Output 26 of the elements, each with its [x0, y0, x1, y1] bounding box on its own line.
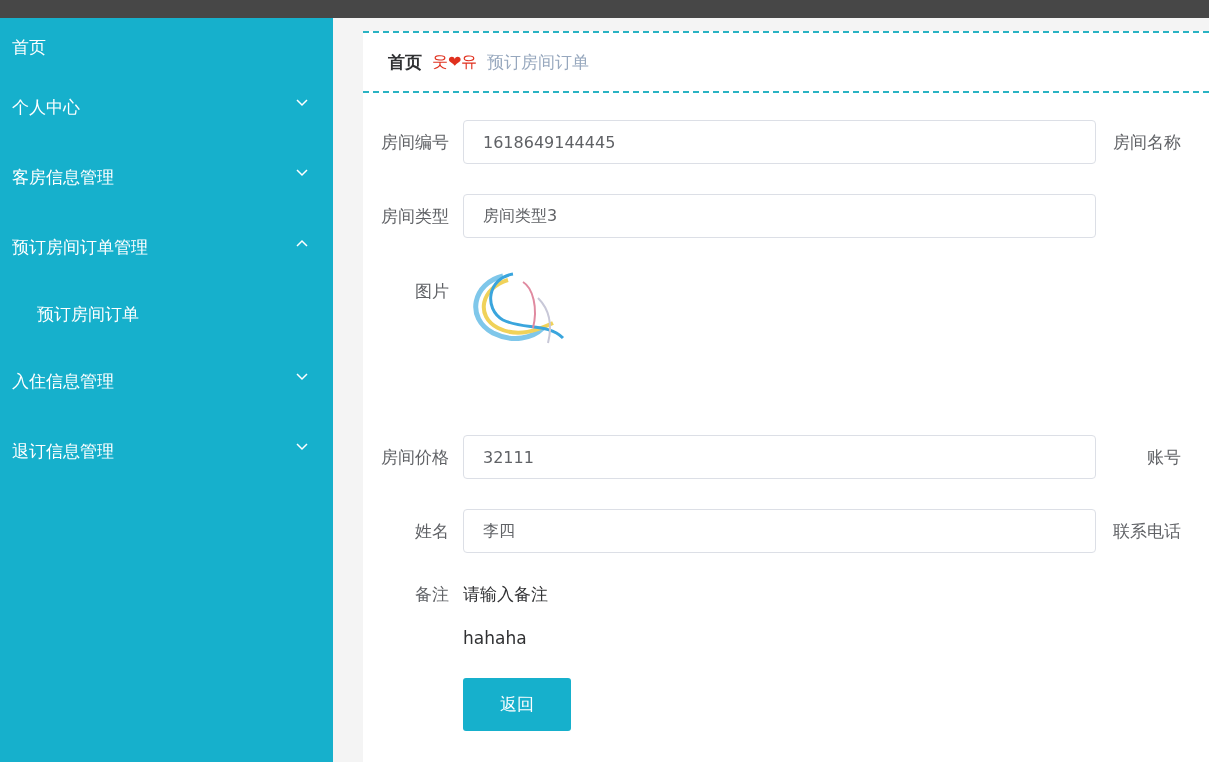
field-label: 房间名称: [1112, 130, 1181, 154]
menu-item[interactable]: 预订房间订单管理: [0, 212, 333, 282]
menu-item[interactable]: 入住信息管理: [0, 346, 333, 416]
field-label: 备注: [414, 583, 450, 606]
menu-item[interactable]: 个人中心: [0, 72, 333, 142]
field-label: 账号: [1146, 445, 1181, 469]
field-label: 联系电话: [1112, 519, 1181, 543]
menu-item[interactable]: 首页: [0, 36, 333, 72]
breadcrumb-separator: 웃❤유: [432, 51, 478, 73]
menu-item[interactable]: 退订信息管理: [0, 416, 333, 486]
input-field[interactable]: 李四: [463, 509, 1096, 553]
submenu-item[interactable]: 预订房间订单: [0, 282, 333, 346]
field-label: 图片: [414, 280, 450, 303]
field-label: 房间类型: [380, 204, 450, 228]
menu-item[interactable]: 客房信息管理: [0, 142, 333, 212]
back-button[interactable]: 返回: [463, 678, 571, 731]
input-field[interactable]: 房间类型3: [463, 194, 1096, 238]
input-field[interactable]: 1618649144445: [463, 120, 1096, 164]
breadcrumb-home[interactable]: 首页: [388, 50, 422, 74]
field-label: 房间编号: [380, 130, 450, 154]
field-label: 姓名: [414, 519, 450, 543]
remark-prompt: 请输入备注: [463, 583, 548, 606]
remark-text: hahaha: [463, 628, 528, 648]
input-field[interactable]: 32111: [463, 435, 1096, 479]
field-label: 房间价格: [380, 445, 450, 469]
breadcrumb-current: 预订房间订单: [487, 50, 590, 74]
